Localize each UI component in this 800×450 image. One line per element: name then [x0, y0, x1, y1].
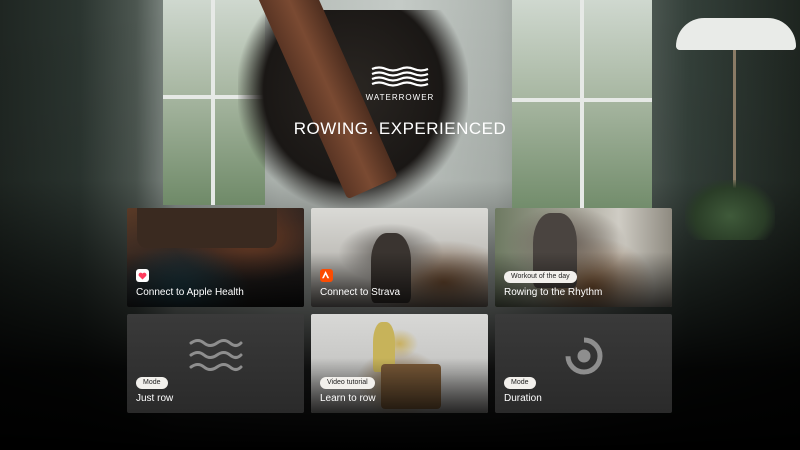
card-strava[interactable]: Connect to Strava: [311, 208, 488, 307]
card-title: Rowing to the Rhythm: [504, 287, 603, 298]
card-tag: Video tutorial: [320, 377, 375, 389]
card-title: Just row: [136, 393, 174, 404]
card-photo: [137, 208, 277, 248]
card-grid: Connect to Apple Health Connect to Strav…: [127, 208, 673, 413]
card-title: Duration: [504, 393, 542, 404]
plant: [685, 180, 775, 240]
card-learn-to-row[interactable]: Video tutorial Learn to row: [311, 314, 488, 413]
strava-icon: [320, 269, 333, 282]
window-right: [512, 0, 652, 215]
waves-icon: [189, 339, 243, 371]
card-title: Connect to Apple Health: [136, 287, 244, 298]
card-tag: Mode: [136, 377, 168, 389]
card-title: Connect to Strava: [320, 287, 401, 298]
page-headline: ROWING. EXPERIENCED: [293, 119, 507, 138]
card-tag: Mode: [504, 377, 536, 389]
card-tag: Workout of the day: [504, 271, 577, 283]
lamp-shade: [676, 18, 796, 50]
card-just-row[interactable]: Mode Just row: [127, 314, 304, 413]
brand-logo: WATERROWER: [0, 66, 800, 102]
card-title: Learn to row: [320, 393, 376, 404]
card-apple-health[interactable]: Connect to Apple Health: [127, 208, 304, 307]
waterrower-logo-icon: [371, 66, 429, 87]
progress-ring-icon: [565, 337, 603, 375]
heart-icon: [136, 269, 149, 282]
logo-text: WATERROWER: [365, 93, 435, 102]
card-duration[interactable]: Mode Duration: [495, 314, 672, 413]
card-rowing-rhythm[interactable]: Workout of the day Rowing to the Rhythm: [495, 208, 672, 307]
